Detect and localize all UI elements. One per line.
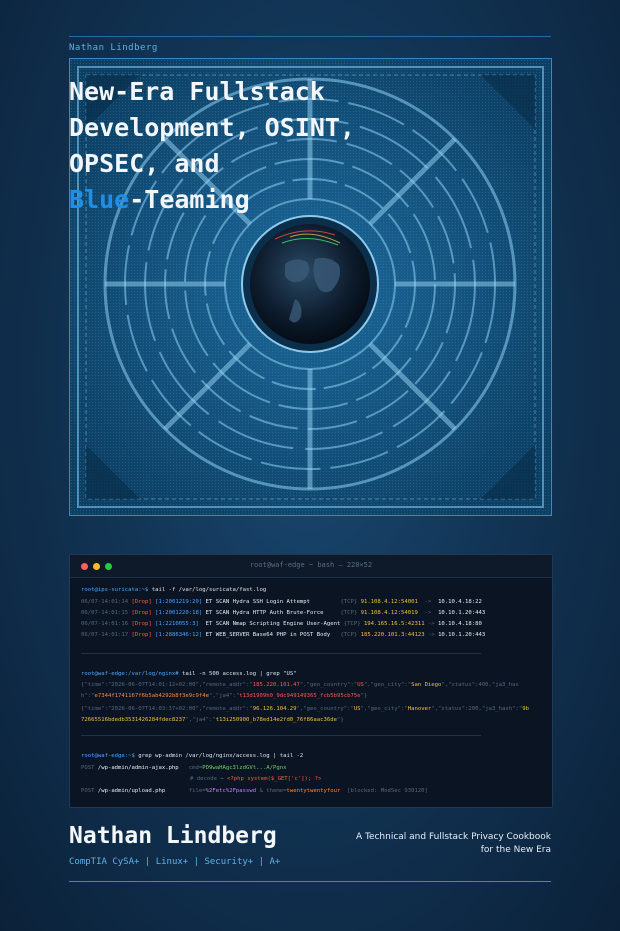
terminal-line-cmd2: root@waf-edge:/var/log/nginx# tail -n 50… — [81, 671, 297, 677]
terminal-title: root@waf-edge ~ bash — 220×52 — [249, 561, 373, 569]
decode-line: # decode → <?php system($_GET['c']); ?> — [190, 776, 322, 782]
terminal-titlebar: root@waf-edge ~ bash — 220×52 — [70, 555, 552, 578]
alert-row: 06/07-14:01:16 [Drop] [1:2210055:3] ET S… — [81, 621, 482, 627]
author-certifications: CompTIA CySA+ | Linux+ | Security+ | A+ — [69, 857, 281, 867]
title-tail: -Teaming — [129, 185, 250, 214]
terminal-line-cmd3: root@waf-edge:~$ grep wp-admin /var/log/… — [81, 753, 304, 759]
title-blue-word: Blue — [69, 185, 130, 214]
bottom-divider — [69, 881, 551, 882]
alert-row: 06/07-14:01:17 [Drop] [1:2886346:12] ET … — [81, 632, 486, 638]
book-title: New-Era Fullstack Development, OSINT, OP… — [69, 74, 355, 218]
title-line-1: New-Era Fullstack — [69, 77, 325, 106]
terminal-window: root@waf-edge ~ bash — 220×52 root@ips-s… — [69, 554, 553, 808]
terminal-line-cmd1: root@ips-suricata:~$ tail -f /var/log/su… — [81, 587, 267, 593]
post-request-line: POST /wp-admin/upload.php file=%2Fetc%2F… — [81, 788, 428, 794]
terminal-divider — [81, 735, 481, 736]
subtitle-line-1: A Technical and Fullstack Privacy Cookbo… — [355, 832, 551, 842]
post-request-line: POST /wp-admin/admin-ajax.php cmd=PD9waH… — [81, 765, 287, 771]
title-line-2: Development, OSINT, — [69, 113, 355, 142]
json-log-line: {"time":"2026-06-07T14:01:12+02:00","rem… — [81, 682, 519, 688]
author-name: Nathan Lindberg — [69, 823, 277, 849]
json-log-line: {"time":"2026-06-07T14:03:37+02:00","rem… — [81, 706, 529, 712]
json-log-line: 72665516bdedb3531426284fdec8237","ja4":"… — [81, 717, 344, 723]
book-subtitle: A Technical and Fullstack Privacy Cookbo… — [351, 831, 551, 857]
title-line-3: OPSEC, and — [69, 149, 220, 178]
subtitle-line-2: for the New Era — [480, 845, 551, 855]
top-author-name: Nathan Lindberg — [69, 43, 158, 53]
top-divider — [69, 36, 551, 37]
json-log-line: h":"e7344f1741167f6b5ab4292b8f3e9c9f4e",… — [81, 693, 368, 699]
terminal-divider — [81, 653, 481, 654]
alert-row: 06/07-14:01:15 [Drop] [1:2001220:18] ET … — [81, 610, 486, 616]
alert-row: 06/07-14:01:14 [Drop] [1:2001219:20] ET … — [81, 599, 482, 605]
